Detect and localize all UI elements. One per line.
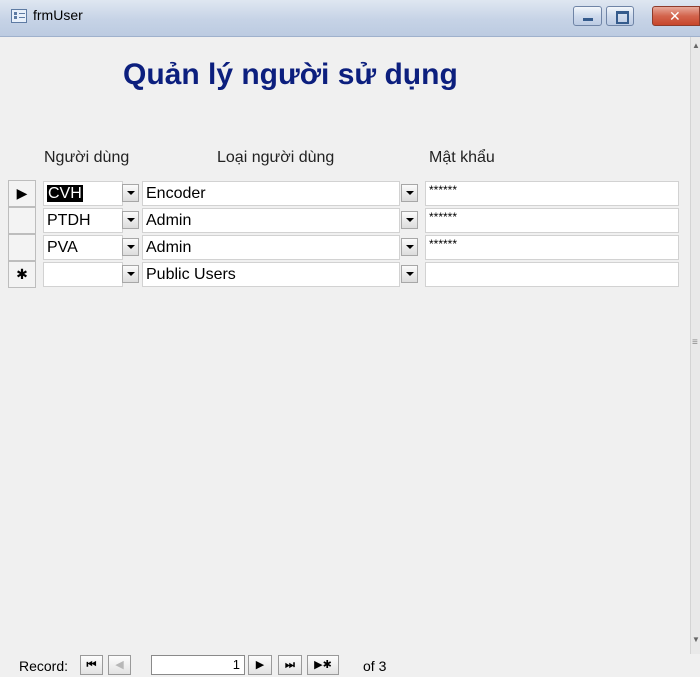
user-dropdown-button[interactable] [122, 211, 139, 229]
record-selector[interactable] [8, 234, 36, 261]
column-header-password: Mật khẩu [429, 149, 495, 166]
current-record-input[interactable]: 1 [151, 655, 245, 675]
form-icon [11, 9, 27, 23]
user-type-dropdown-button[interactable] [401, 238, 418, 256]
scroll-up-arrow-icon[interactable]: ▲ [692, 41, 700, 50]
user-type-field[interactable]: Public Users [142, 262, 400, 287]
previous-record-button[interactable]: ◀ [108, 655, 131, 675]
next-record-button[interactable]: ▶ [248, 655, 272, 675]
record-label: Record: [19, 658, 69, 674]
user-type-field[interactable]: Admin [142, 235, 400, 260]
first-record-button[interactable]: ⏮ [80, 655, 103, 675]
user-dropdown-button[interactable] [122, 265, 139, 283]
user-dropdown-button[interactable] [122, 238, 139, 256]
table-row[interactable]: PTDH Admin ****** [8, 207, 679, 234]
column-header-user-type: Loại người dùng [217, 149, 335, 166]
close-icon: ✕ [669, 8, 681, 24]
new-record-row[interactable]: ✱ Public Users [8, 261, 679, 288]
vertical-scrollbar[interactable]: ▲ ≡ ▼ [690, 37, 700, 654]
maximize-icon [616, 11, 629, 24]
password-field[interactable]: ****** [425, 208, 679, 233]
minimize-button[interactable] [573, 6, 602, 26]
close-button[interactable]: ✕ [652, 6, 700, 26]
user-type-field[interactable]: Admin [142, 208, 400, 233]
title-bar[interactable]: frmUser ✕ [0, 0, 700, 37]
record-selector-current-icon[interactable]: ▶ [8, 180, 36, 207]
scroll-down-arrow-icon[interactable]: ▼ [692, 635, 700, 644]
maximize-button[interactable] [606, 6, 634, 26]
new-record-button[interactable]: ▶✱ [307, 655, 339, 675]
last-record-button[interactable]: ⏭ [278, 655, 302, 675]
form-window: frmUser ✕ Quản lý người sử dụng Người dù… [0, 0, 700, 677]
user-field[interactable]: PTDH [43, 208, 123, 233]
record-navigation-bar: Record: ⏮ ◀ 1 ▶ ⏭ ▶✱ of 3 [8, 654, 700, 677]
password-field[interactable]: ****** [425, 181, 679, 206]
password-field[interactable]: ****** [425, 235, 679, 260]
new-record-asterisk-icon[interactable]: ✱ [8, 261, 36, 288]
user-field[interactable]: PVA [43, 235, 123, 260]
user-field[interactable]: CVH [43, 181, 123, 206]
table-row[interactable]: PVA Admin ****** [8, 234, 679, 261]
user-type-field[interactable]: Encoder [142, 181, 400, 206]
record-selector[interactable] [8, 207, 36, 234]
user-type-dropdown-button[interactable] [401, 211, 418, 229]
user-type-dropdown-button[interactable] [401, 265, 418, 283]
user-value: CVH [47, 185, 83, 202]
user-type-dropdown-button[interactable] [401, 184, 418, 202]
column-header-user: Người dùng [44, 149, 130, 166]
user-field[interactable] [43, 262, 123, 287]
minimize-icon [583, 18, 593, 21]
form-heading: Quản lý người sử dụng [123, 58, 458, 91]
record-count: of 3 [363, 658, 387, 674]
user-dropdown-button[interactable] [122, 184, 139, 202]
scroll-grip-icon[interactable]: ≡ [692, 337, 698, 348]
window-title: frmUser [33, 7, 83, 23]
password-field[interactable] [425, 262, 679, 287]
table-row[interactable]: ▶ CVH Encoder ****** [8, 180, 679, 207]
